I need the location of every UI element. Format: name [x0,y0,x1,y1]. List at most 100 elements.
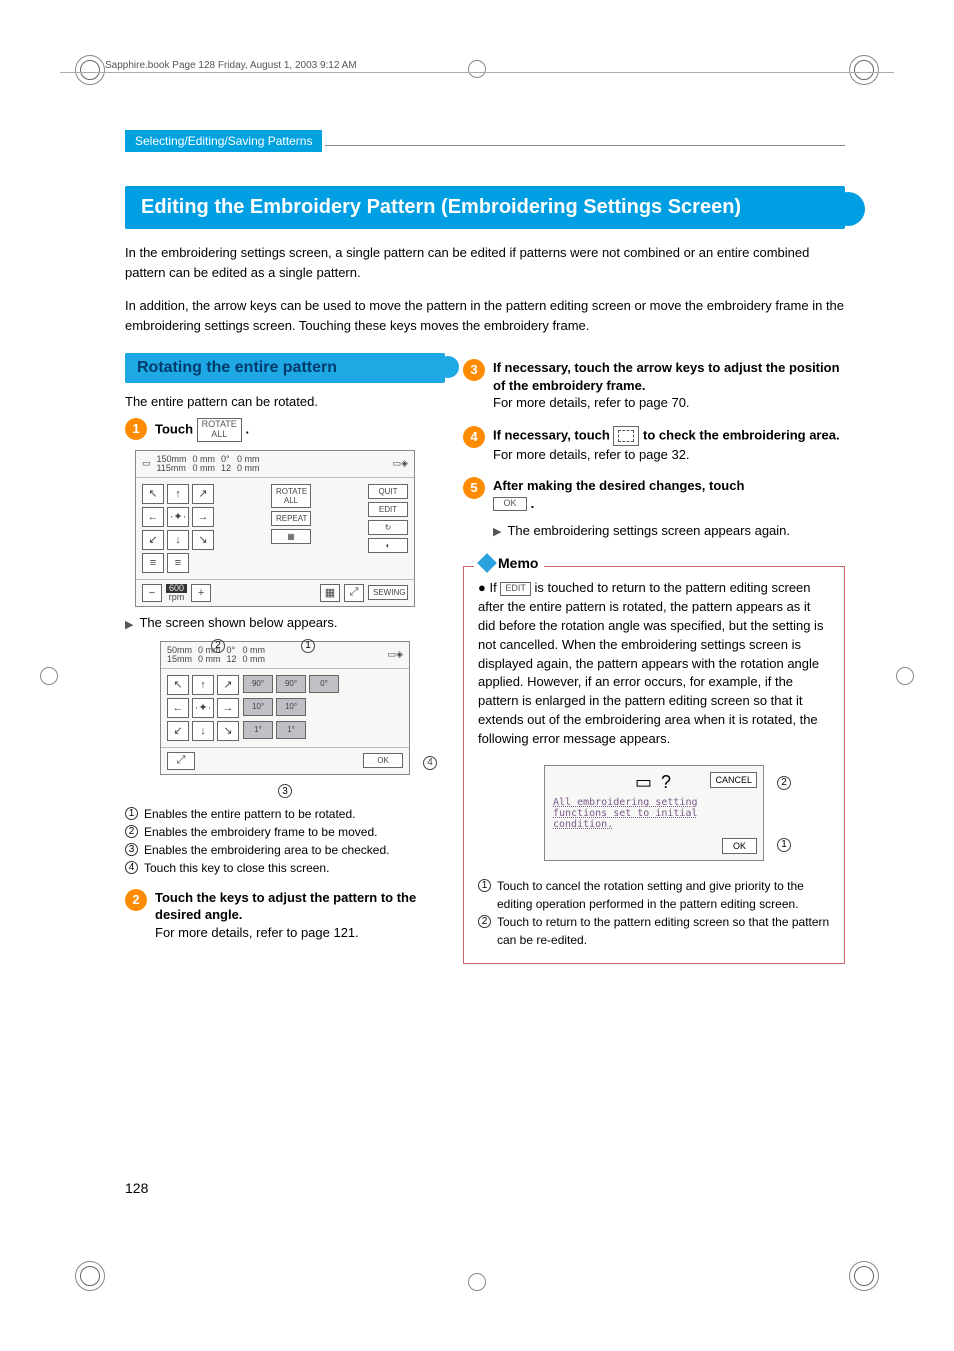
step5-bold-a: After making the desired changes, touch [493,478,744,493]
arrow-left[interactable]: ← [167,698,189,718]
step-number-5: 5 [463,477,485,499]
area-check-btn[interactable]: ⤢ [344,584,364,602]
frame-select-icon[interactable]: ▭◈ [388,649,403,660]
area-check-key[interactable] [613,426,639,446]
step4-bold-a: If necessary, touch [493,427,613,442]
step4-bold-b: to check the embroidering area. [643,427,840,442]
arrow-right[interactable]: → [192,507,214,527]
callout-desc: Touch this key to close this screen. [144,859,329,877]
rotate-ccw-90[interactable]: 90° [243,675,273,693]
thread-btn[interactable]: ↻ [368,520,408,535]
rotate-ccw-10[interactable]: 10° [243,698,273,716]
divider [325,145,845,146]
cancel-button[interactable]: CANCEL [710,772,757,788]
error-line: All embroidering setting [553,797,698,808]
ok-btn[interactable]: OK [363,753,403,768]
crop-mark [468,1273,486,1291]
rotate-all-key[interactable]: ROTATE ALL [197,418,242,442]
offset-value: 0 mm [243,655,266,664]
color-btn[interactable]: ▦ [271,529,311,544]
step5-result: The embroidering settings screen appears… [507,522,790,540]
edit-btn[interactable]: EDIT [368,502,408,517]
arrow-up-left[interactable]: ↖ [142,484,164,504]
step5-period: . [531,496,535,511]
decoration [437,356,459,378]
sewing-btn[interactable]: SEWING [368,585,408,600]
step-number-1: 1 [125,418,147,440]
frame-btn[interactable]: ▦ [320,584,340,602]
rotate-cw-10[interactable]: 10° [276,698,306,716]
crop-mark [75,1261,105,1296]
memo-lead-b: is touched to return to the pattern edit… [478,580,823,746]
lead-text: The entire pattern can be rotated. [125,393,445,412]
page-number: 128 [125,1180,148,1196]
arrow-down[interactable]: ↓ [167,530,189,550]
intro-paragraph: In addition, the arrow keys can be used … [125,296,845,335]
arrow-up-right[interactable]: ↗ [192,484,214,504]
area-check-btn[interactable]: ⤢ [167,752,195,770]
quit-btn[interactable]: QUIT [368,484,408,499]
subheading: Rotating the entire pattern [125,353,445,383]
error-line: condition. [553,819,613,830]
arrow-up[interactable]: ↑ [192,675,214,695]
arrow-down[interactable]: ↓ [192,721,214,741]
count-value: 12 [227,655,237,664]
offset-value: 0 mm [193,464,216,473]
section-label: Selecting/Editing/Saving Patterns [125,130,322,152]
count-value: 12 [221,464,231,473]
callout-2: 2 [777,776,791,790]
ok-key[interactable]: OK [493,497,527,511]
step-number-4: 4 [463,426,485,448]
arrow-down-right[interactable]: ↘ [192,530,214,550]
frame-select-icon[interactable]: ▭◈ [393,458,408,469]
center-btn[interactable]: ·✦· [167,507,189,527]
callout-4: 4 [423,756,437,770]
crop-mark [849,1261,879,1296]
rotate-all-btn[interactable]: ROTATE ALL [271,484,311,508]
rotate-screenshot: 50mm 15mm 0 mm 0 mm 0° 12 0 mm [160,641,410,775]
callout-2: 2 [211,639,225,653]
arrow-down-right[interactable]: ↘ [217,721,239,741]
book-meta-line: Sapphire.book Page 128 Friday, August 1,… [105,60,357,71]
crop-mark [468,60,486,78]
crop-mark [40,667,58,685]
memo-lead-a: If [489,580,500,595]
step2-detail: For more details, refer to page 121. [155,925,359,940]
arrow-left[interactable]: ← [142,507,164,527]
ok-button[interactable]: OK [722,838,757,854]
callout-1: 1 [777,838,791,852]
arrow-right[interactable]: → [217,698,239,718]
memo-box: Memo ● If EDIT is touched to return to t… [463,566,845,964]
arrow-up[interactable]: ↑ [167,484,189,504]
callout-desc: Touch to cancel the rotation setting and… [497,877,830,913]
result-arrow-icon: ▶ [125,618,133,631]
arrow-down-left[interactable]: ↙ [142,530,164,550]
repeat-btn[interactable]: REPEAT [271,511,311,526]
step3-detail: For more details, refer to page 70. [493,395,690,410]
rotate-cw-90[interactable]: 90° [276,675,306,693]
edit-key[interactable]: EDIT [500,582,531,596]
arrow-up-left[interactable]: ↖ [167,675,189,695]
step1-period: . [245,421,249,436]
thread-btn[interactable]: ◐ [368,538,408,553]
misc-btn[interactable]: ≡ [167,553,189,573]
plus-btn[interactable]: + [191,584,211,602]
arrow-up-right[interactable]: ↗ [217,675,239,695]
divider [60,72,894,73]
rotate-0[interactable]: 0° [309,675,339,693]
misc-btn[interactable]: ≡ [142,553,164,573]
step-number-2: 2 [125,889,147,911]
minus-btn[interactable]: − [142,584,162,602]
arrow-down-left[interactable]: ↙ [167,721,189,741]
rotate-ccw-1[interactable]: 1° [243,721,273,739]
intro-paragraph: In the embroidering settings screen, a s… [125,243,845,282]
rotate-cw-1[interactable]: 1° [276,721,306,739]
callout-desc: Touch to return to the pattern editing s… [497,913,830,949]
subheading-text: Rotating the entire pattern [137,359,337,376]
step-number-3: 3 [463,359,485,381]
offset-value: 0 mm [237,464,260,473]
center-btn[interactable]: ·✦· [192,698,214,718]
callout-1: 1 [301,639,315,653]
size-value: 15mm [167,655,192,664]
error-line: functions set to initial [553,808,698,819]
